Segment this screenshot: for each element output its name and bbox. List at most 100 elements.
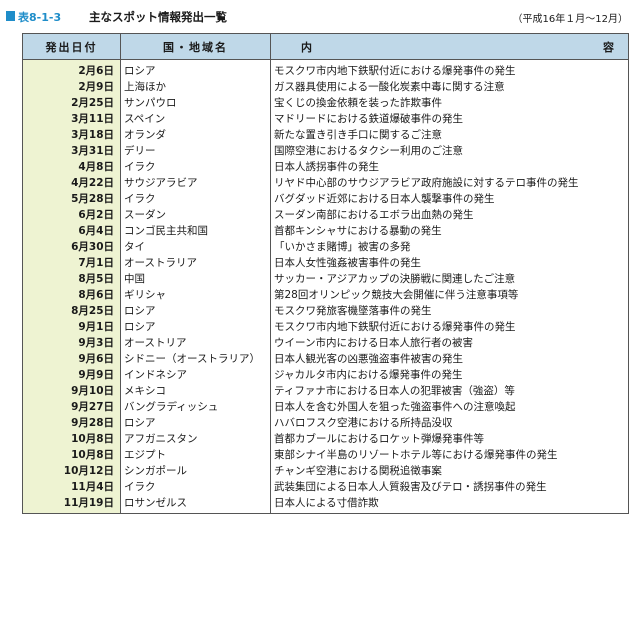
content-cell: モスクワ発旅客機墜落事件の発生	[270, 303, 629, 319]
content-cell: モスクワ市内地下鉄駅付近における爆発事件の発生	[270, 319, 629, 335]
date-cell: 8月6日	[22, 287, 121, 303]
table-number: 表8-1-3	[18, 11, 62, 24]
table-row: 10月8日 エジプト 東部シナイ半島のリゾートホテル等における爆発事件の発生	[22, 447, 629, 463]
table-row: 9月1日 ロシア モスクワ市内地下鉄駅付近における爆発事件の発生	[22, 319, 629, 335]
table-row: 4月22日 サウジアラビア リヤド中心部のサウジアラビア政府施設に対するテロ事件の発…	[22, 175, 629, 191]
country-cell: オーストリア	[120, 335, 271, 351]
country-cell: ロシア	[120, 59, 271, 79]
date-cell: 4月22日	[22, 175, 121, 191]
date-cell: 9月9日	[22, 367, 121, 383]
content-cell: サッカー・アジアカップの決勝戦に関連したご注意	[270, 271, 629, 287]
table-row: 9月3日 オーストリア ウイーン市内における日本人旅行者の被害	[22, 335, 629, 351]
date-cell: 10月8日	[22, 431, 121, 447]
table-row: 9月6日 シドニー（オーストラリア） 日本人観光客の凶悪強盗事件被害の発生	[22, 351, 629, 367]
country-cell: デリー	[120, 143, 271, 159]
country-cell: 上海ほか	[120, 79, 271, 95]
table-row: 8月5日 中国 サッカー・アジアカップの決勝戦に関連したご注意	[22, 271, 629, 287]
table-row: 5月28日 イラク バグダッド近郊における日本人襲撃事件の発生	[22, 191, 629, 207]
table-row: 11月4日 イラク 武装集団による日本人人質殺害及びテロ・誘拐事件の発生	[22, 479, 629, 495]
country-cell: メキシコ	[120, 383, 271, 399]
table-title: 主なスポット情報発出一覧	[89, 10, 227, 24]
content-cell: 東部シナイ半島のリゾートホテル等における爆発事件の発生	[270, 447, 629, 463]
date-cell: 2月25日	[22, 95, 121, 111]
country-cell: イラク	[120, 479, 271, 495]
date-cell: 4月8日	[22, 159, 121, 175]
country-cell: タイ	[120, 239, 271, 255]
table-row: 11月19日 ロサンゼルス 日本人による寸借詐欺	[22, 495, 629, 514]
table-body: 2月6日 ロシア モスクワ市内地下鉄駅付近における爆発事件の発生 2月9日 上海ほか ガス…	[22, 59, 629, 514]
table-row: 9月28日 ロシア ハバロフスク空港における所持品没収	[22, 415, 629, 431]
content-cell: バグダッド近郊における日本人襲撃事件の発生	[270, 191, 629, 207]
content-cell: 日本人による寸借詐欺	[270, 495, 629, 514]
date-cell: 3月31日	[22, 143, 121, 159]
header-content: 内 容	[270, 33, 629, 60]
table-row: 3月18日 オランダ 新たな置き引き手口に関するご注意	[22, 127, 629, 143]
header-date: 発出日付	[22, 33, 121, 60]
caption-marker	[6, 11, 15, 21]
table-row: 6月2日 スーダン スーダン南部におけるエボラ出血熱の発生	[22, 207, 629, 223]
content-cell: 首都カブールにおけるロケット弾爆発事件等	[270, 431, 629, 447]
table-row: 2月6日 ロシア モスクワ市内地下鉄駅付近における爆発事件の発生	[22, 59, 629, 79]
country-cell: エジプト	[120, 447, 271, 463]
country-cell: オーストラリア	[120, 255, 271, 271]
date-cell: 9月6日	[22, 351, 121, 367]
date-cell: 9月1日	[22, 319, 121, 335]
content-cell: 日本人観光客の凶悪強盗事件被害の発生	[270, 351, 629, 367]
date-cell: 6月2日	[22, 207, 121, 223]
date-cell: 2月9日	[22, 79, 121, 95]
table-period: （平成16年１月～12月）	[512, 14, 628, 25]
table-row: 8月6日 ギリシャ 第28回オリンピック競技大会開催に伴う注意事項等	[22, 287, 629, 303]
header-content-right: 容	[603, 41, 616, 54]
country-cell: サウジアラビア	[120, 175, 271, 191]
date-cell: 9月28日	[22, 415, 121, 431]
header-content-left: 内	[301, 41, 314, 54]
date-cell: 6月4日	[22, 223, 121, 239]
content-cell: ハバロフスク空港における所持品没収	[270, 415, 629, 431]
content-cell: モスクワ市内地下鉄駅付近における爆発事件の発生	[270, 59, 629, 79]
date-cell: 9月27日	[22, 399, 121, 415]
date-cell: 8月25日	[22, 303, 121, 319]
table-row: 2月25日 サンパウロ 宝くじの換金依頼を装った詐欺事件	[22, 95, 629, 111]
content-cell: スーダン南部におけるエボラ出血熱の発生	[270, 207, 629, 223]
table-row: 3月11日 スペイン マドリードにおける鉄道爆破事件の発生	[22, 111, 629, 127]
date-cell: 11月4日	[22, 479, 121, 495]
table-row: 9月27日 バングラディッシュ 日本人を含む外国人を狙った強盗事件への注意喚起	[22, 399, 629, 415]
document-page: 表8-1-3 主なスポット情報発出一覧 （平成16年１月～12月） 発出日付 国…	[0, 0, 638, 634]
content-cell: 宝くじの換金依頼を装った詐欺事件	[270, 95, 629, 111]
content-cell: 首都キンシャサにおける暴動の発生	[270, 223, 629, 239]
country-cell: アフガニスタン	[120, 431, 271, 447]
date-cell: 11月19日	[22, 495, 121, 514]
table-row: 4月8日 イラク 日本人誘拐事件の発生	[22, 159, 629, 175]
content-cell: ジャカルタ市内における爆発事件の発生	[270, 367, 629, 383]
content-cell: 第28回オリンピック競技大会開催に伴う注意事項等	[270, 287, 629, 303]
country-cell: シンガポール	[120, 463, 271, 479]
table-row: 9月9日 インドネシア ジャカルタ市内における爆発事件の発生	[22, 367, 629, 383]
table-row: 2月9日 上海ほか ガス器具使用による一酸化炭素中毒に関する注意	[22, 79, 629, 95]
country-cell: コンゴ民主共和国	[120, 223, 271, 239]
date-cell: 10月8日	[22, 447, 121, 463]
header-row: 発出日付 国・地域名 内 容	[22, 33, 629, 60]
table-row: 7月1日 オーストラリア 日本人女性強姦被害事件の発生	[22, 255, 629, 271]
date-cell: 7月1日	[22, 255, 121, 271]
date-cell: 3月11日	[22, 111, 121, 127]
date-cell: 5月28日	[22, 191, 121, 207]
table-row: 8月25日 ロシア モスクワ発旅客機墜落事件の発生	[22, 303, 629, 319]
country-cell: サンパウロ	[120, 95, 271, 111]
content-cell: 日本人を含む外国人を狙った強盗事件への注意喚起	[270, 399, 629, 415]
content-cell: チャンギ空港における関税追徴事案	[270, 463, 629, 479]
country-cell: ギリシャ	[120, 287, 271, 303]
country-cell: バングラディッシュ	[120, 399, 271, 415]
country-cell: ロシア	[120, 303, 271, 319]
content-cell: 日本人女性強姦被害事件の発生	[270, 255, 629, 271]
table-row: 6月30日 タイ 「いかさま賭博」被害の多発	[22, 239, 629, 255]
country-cell: インドネシア	[120, 367, 271, 383]
spot-info-table: 発出日付 国・地域名 内 容 2月6日 ロシア モスクワ市内地下鉄駅付近における爆発…	[22, 33, 629, 514]
content-cell: マドリードにおける鉄道爆破事件の発生	[270, 111, 629, 127]
content-cell: リヤド中心部のサウジアラビア政府施設に対するテロ事件の発生	[270, 175, 629, 191]
table-row: 10月8日 アフガニスタン 首都カブールにおけるロケット弾爆発事件等	[22, 431, 629, 447]
date-cell: 2月6日	[22, 59, 121, 79]
date-cell: 10月12日	[22, 463, 121, 479]
content-cell: 新たな置き引き手口に関するご注意	[270, 127, 629, 143]
date-cell: 9月10日	[22, 383, 121, 399]
table-caption: 表8-1-3 主なスポット情報発出一覧 （平成16年１月～12月）	[6, 8, 632, 26]
